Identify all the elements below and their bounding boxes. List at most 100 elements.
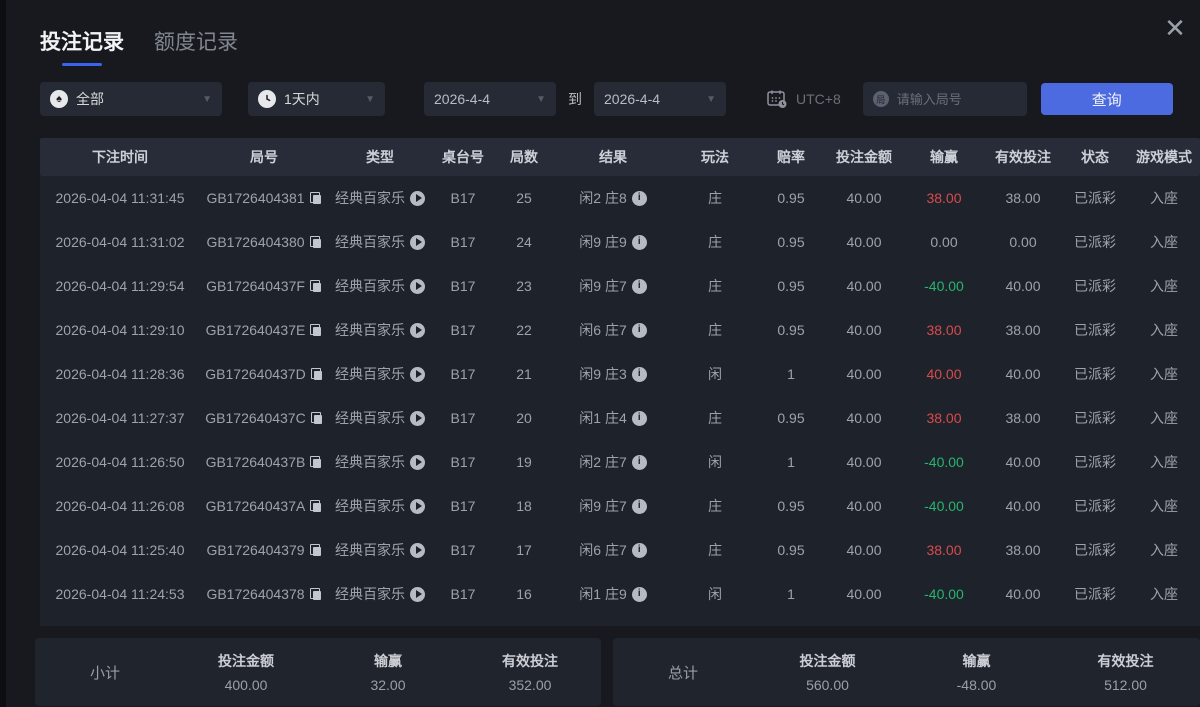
bet-amount: 40.00 [846, 190, 882, 206]
bet-records-table: 下注时间 局号 类型 桌台号 局数 结果 玩法 赔率 投注金额 输赢 有效投注 … [40, 138, 1200, 626]
round-id: GB172640437D [205, 366, 306, 382]
subtotal-valid-stat: 有效投注 352.00 [459, 651, 601, 693]
query-button[interactable]: 查询 [1040, 83, 1173, 115]
info-icon[interactable]: i [631, 410, 647, 426]
col-status: 状态 [1081, 149, 1109, 165]
info-icon[interactable]: i [631, 498, 647, 514]
col-bet-amount: 投注金额 [836, 149, 892, 165]
play-video-icon[interactable] [410, 234, 425, 250]
subtotal-label: 小计 [89, 664, 120, 682]
date-from-picker[interactable]: 2026-4-4 ▼ [424, 82, 556, 116]
info-icon[interactable]: i [631, 278, 647, 294]
table-no: B17 [450, 410, 476, 426]
tab-bet-records[interactable]: 投注记录 [40, 26, 124, 66]
status: 已派彩 [1074, 410, 1116, 426]
bet-time: 2026-04-04 11:26:50 [55, 454, 185, 470]
bet-time: 2026-04-04 11:26:08 [55, 498, 185, 514]
play-type: 庄 [708, 322, 722, 338]
total-bet-value: 560.00 [806, 677, 849, 693]
valid-bet: 38.00 [1005, 322, 1041, 338]
subtotal-bet-value: 400.00 [224, 677, 268, 693]
round-id-cell: GB172640437B [200, 454, 328, 470]
timezone-control[interactable]: UTC+8 [766, 89, 841, 109]
round-number-field[interactable]: 局 [862, 82, 1027, 116]
info-icon[interactable]: i [631, 542, 647, 558]
round-id-cell: GB1726404379 [200, 542, 328, 558]
copy-icon[interactable] [309, 587, 322, 601]
table-row: 2026-04-04 11:28:36 GB172640437D 经典百家乐 B… [40, 352, 1200, 396]
result-cell: 闲9 庄7 i [554, 496, 672, 516]
game-type: 经典百家乐 [335, 190, 405, 206]
valid-bet: 38.00 [1005, 410, 1041, 426]
bet-amount: 40.00 [846, 586, 882, 602]
play-video-icon[interactable] [410, 278, 425, 294]
clock-icon [258, 90, 276, 108]
play-video-icon[interactable] [410, 366, 425, 382]
game-type-value: 全部 [76, 91, 104, 107]
play-video-icon[interactable] [410, 410, 425, 426]
round-id: GB172640437A [205, 498, 306, 514]
round-number-input[interactable] [896, 91, 1017, 107]
round-id-cell: GB1726404381 [200, 190, 328, 206]
close-icon[interactable]: ✕ [1160, 14, 1190, 44]
round-no: 17 [516, 542, 532, 558]
tab-quota-records[interactable]: 额度记录 [154, 26, 238, 66]
play-video-icon[interactable] [410, 586, 425, 602]
col-game-mode: 游戏模式 [1136, 149, 1192, 165]
game-type: 经典百家乐 [335, 234, 405, 250]
game-type-cell: 经典百家乐 [328, 408, 432, 428]
chevron-down-icon: ▼ [706, 93, 716, 105]
game-type-cell: 经典百家乐 [328, 188, 432, 208]
info-icon[interactable]: i [631, 234, 647, 250]
play-video-icon[interactable] [410, 454, 425, 470]
info-icon[interactable]: i [631, 454, 647, 470]
round-id-cell: GB172640437A [200, 498, 328, 514]
game-type-cell: 经典百家乐 [328, 452, 432, 472]
result: 闲1 庄4 [579, 410, 627, 426]
info-icon[interactable]: i [631, 190, 647, 206]
play-video-icon[interactable] [410, 498, 425, 514]
info-icon[interactable]: i [631, 586, 647, 602]
copy-icon[interactable] [310, 455, 322, 469]
copy-icon[interactable] [310, 367, 323, 381]
winloss: 0.00 [930, 234, 958, 250]
copy-icon[interactable] [309, 191, 322, 205]
result: 闲1 庄9 [579, 586, 627, 602]
play-video-icon[interactable] [410, 542, 425, 558]
odds: 1 [787, 586, 795, 602]
play-video-icon[interactable] [410, 322, 425, 338]
odds: 0.95 [777, 322, 805, 338]
subtotal-valid-label: 有效投注 [502, 653, 558, 669]
round-no: 19 [516, 454, 532, 470]
game-type: 经典百家乐 [335, 542, 405, 558]
winloss: -40.00 [924, 278, 964, 294]
result-cell: 闲6 庄7 i [554, 320, 672, 340]
copy-icon[interactable] [309, 543, 322, 557]
game-mode: 入座 [1150, 586, 1178, 602]
copy-icon[interactable] [310, 411, 323, 425]
info-icon[interactable]: i [631, 366, 647, 382]
winloss: -40.00 [924, 586, 964, 602]
result-cell: 闲9 庄3 i [554, 364, 672, 384]
copy-icon[interactable] [309, 235, 322, 249]
round-id-cell: GB1726404380 [200, 234, 328, 250]
play-video-icon[interactable] [410, 190, 425, 206]
status: 已派彩 [1074, 366, 1116, 382]
copy-icon[interactable] [310, 499, 322, 513]
play-type: 庄 [708, 542, 722, 558]
winloss: 38.00 [926, 410, 962, 426]
info-icon[interactable]: i [631, 322, 647, 338]
date-to-picker[interactable]: 2026-4-4 ▼ [594, 82, 726, 116]
game-mode: 入座 [1150, 454, 1178, 470]
valid-bet: 40.00 [1005, 498, 1041, 514]
time-range-select[interactable]: 1天内 ▼ [248, 82, 385, 116]
game-type-select[interactable]: ♠ 全部 ▼ [40, 82, 222, 116]
copy-icon[interactable] [309, 279, 322, 293]
game-type: 经典百家乐 [335, 366, 405, 382]
total-winloss-value: -48.00 [956, 677, 997, 693]
copy-icon[interactable] [310, 323, 322, 337]
game-type-cell: 经典百家乐 [328, 584, 432, 604]
bet-amount: 40.00 [846, 498, 882, 514]
table-row: 2026-04-04 11:29:10 GB172640437E 经典百家乐 B… [40, 308, 1200, 352]
round-id-cell: GB172640437D [200, 366, 328, 382]
